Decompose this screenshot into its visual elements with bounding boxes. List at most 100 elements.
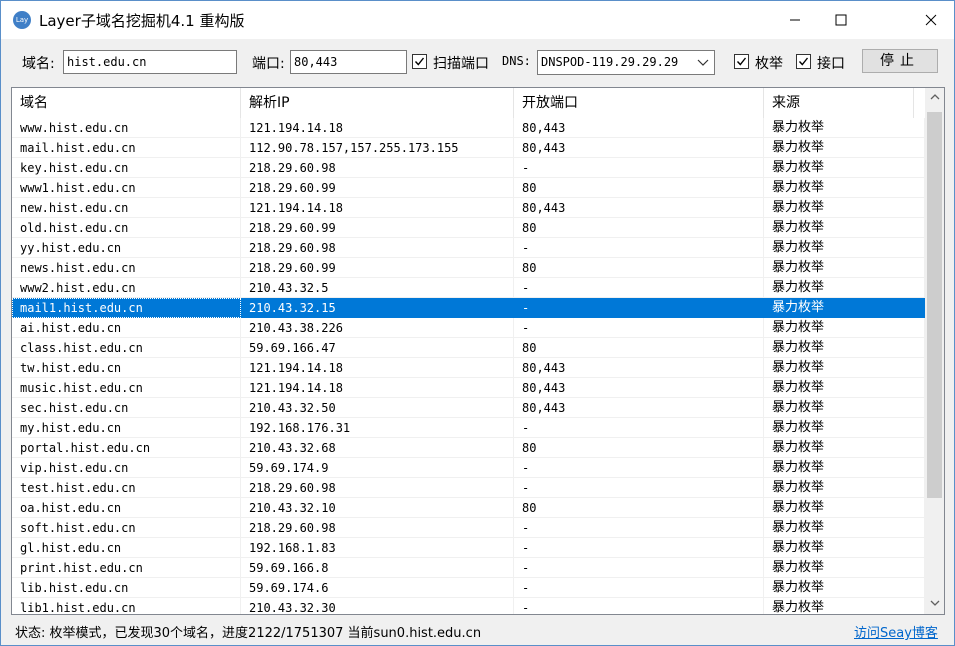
cell-source: 暴力枚举	[764, 238, 925, 258]
scan-port-label: 扫描端口	[433, 56, 489, 72]
table-row[interactable]: www1.hist.edu.cn 218.29.60.99 80 暴力枚举	[12, 178, 925, 198]
results-table[interactable]: 域名 解析IP 开放端口 来源 www.hist.edu.cn 121.194.1…	[11, 87, 945, 615]
table-row-selected[interactable]: mail1.hist.edu.cn 210.43.32.15- 暴力枚举	[12, 298, 925, 318]
cell-source: 暴力枚举	[764, 118, 925, 138]
cell-source: 暴力枚举	[764, 458, 925, 478]
cell-ip: 59.69.166.47	[241, 338, 514, 358]
cell-domain: oa.hist.edu.cn	[12, 498, 241, 518]
cell-ip: 210.43.38.226	[241, 318, 514, 338]
cell-ports: 80,443	[514, 398, 764, 418]
cell-ip: 210.43.32.30	[241, 598, 514, 614]
table-row[interactable]: test.hist.edu.cn 218.29.60.98- 暴力枚举	[12, 478, 925, 498]
table-row[interactable]: music.hist.edu.cn 121.194.14.18 80,443 暴力枚举	[12, 378, 925, 398]
column-header-ports[interactable]: 开放端口	[514, 88, 764, 118]
scroll-up-button[interactable]	[925, 88, 944, 108]
table-row[interactable]: www.hist.edu.cn 121.194.14.18 80,443 暴力枚举	[12, 118, 925, 138]
title-bar[interactable]: Lay Layer子域名挖掘机4.1 重构版	[1, 1, 954, 39]
table-row[interactable]: portal.hist.edu.cn 210.43.32.68 80 暴力枚举	[12, 438, 925, 458]
cell-ip: 218.29.60.98	[241, 238, 514, 258]
cell-domain: test.hist.edu.cn	[12, 478, 241, 498]
cell-ports: 80,443	[514, 378, 764, 398]
table-row[interactable]: vip.hist.edu.cn 59.69.174.9- 暴力枚举	[12, 458, 925, 478]
port-input[interactable]: 80,443	[290, 50, 407, 74]
cell-source: 暴力枚举	[764, 358, 925, 378]
cell-ip: 210.43.32.5	[241, 278, 514, 298]
cell-domain: www2.hist.edu.cn	[12, 278, 241, 298]
api-checkbox[interactable]	[796, 54, 811, 69]
dns-select[interactable]: DNSPOD-119.29.29.29	[537, 50, 715, 75]
cell-ip: 121.194.14.18	[241, 378, 514, 398]
table-row[interactable]: soft.hist.edu.cn 218.29.60.98- 暴力枚举	[12, 518, 925, 538]
cell-ports: -	[514, 558, 764, 578]
table-row[interactable]: class.hist.edu.cn 59.69.166.47 80 暴力枚举	[12, 338, 925, 358]
column-header-ip[interactable]: 解析IP	[241, 88, 514, 118]
cell-ports: -	[514, 598, 764, 614]
table-row[interactable]: gl.hist.edu.cn 192.168.1.83- 暴力枚举	[12, 538, 925, 558]
table-row[interactable]: yy.hist.edu.cn 218.29.60.98- 暴力枚举	[12, 238, 925, 258]
table-row[interactable]: my.hist.edu.cn 192.168.176.31- 暴力枚举	[12, 418, 925, 438]
cell-ports: -	[514, 538, 764, 558]
chevron-up-icon	[930, 94, 939, 100]
minimize-button[interactable]	[772, 1, 818, 39]
cell-source: 暴力枚举	[764, 518, 925, 538]
cell-ip: 218.29.60.99	[241, 258, 514, 278]
cell-source: 暴力枚举	[764, 338, 925, 358]
dns-label: DNS:	[502, 54, 531, 68]
cell-ip: 218.29.60.99	[241, 218, 514, 238]
table-row[interactable]: key.hist.edu.cn 218.29.60.98- 暴力枚举	[12, 158, 925, 178]
enum-label: 枚举	[755, 56, 783, 72]
cell-domain: vip.hist.edu.cn	[12, 458, 241, 478]
close-icon	[925, 14, 937, 26]
cell-domain: ai.hist.edu.cn	[12, 318, 241, 338]
stop-button[interactable]: 停止	[862, 49, 938, 73]
scan-port-checkbox[interactable]	[412, 54, 427, 69]
cell-ports: -	[514, 158, 764, 178]
cell-ports: -	[514, 238, 764, 258]
table-row[interactable]: lib.hist.edu.cn 59.69.174.6- 暴力枚举	[12, 578, 925, 598]
cell-source: 暴力枚举	[764, 598, 925, 614]
cell-domain: class.hist.edu.cn	[12, 338, 241, 358]
cell-domain: new.hist.edu.cn	[12, 198, 241, 218]
cell-ports: -	[514, 418, 764, 438]
table-row[interactable]: print.hist.edu.cn 59.69.166.8- 暴力枚举	[12, 558, 925, 578]
cell-ports: -	[514, 278, 764, 298]
domain-input[interactable]: hist.edu.cn	[63, 50, 237, 74]
scroll-down-button[interactable]	[925, 594, 944, 614]
status-bar: 状态: 枚举模式，已发现30个域名，进度2122/1751307 当前sun0.…	[1, 619, 954, 643]
vertical-scrollbar[interactable]	[925, 88, 944, 614]
cell-domain: tw.hist.edu.cn	[12, 358, 241, 378]
table-header: 域名 解析IP 开放端口 来源	[12, 88, 925, 118]
table-row[interactable]: tw.hist.edu.cn 121.194.14.18 80,443 暴力枚举	[12, 358, 925, 378]
cell-ports: -	[514, 318, 764, 338]
table-row[interactable]: old.hist.edu.cn 218.29.60.99 80 暴力枚举	[12, 218, 925, 238]
cell-source: 暴力枚举	[764, 258, 925, 278]
cell-ports: 80,443	[514, 118, 764, 138]
table-row[interactable]: oa.hist.edu.cn 210.43.32.10 80 暴力枚举	[12, 498, 925, 518]
table-row[interactable]: sec.hist.edu.cn 210.43.32.50 80,443 暴力枚举	[12, 398, 925, 418]
cell-domain: lib1.hist.edu.cn	[12, 598, 241, 614]
cell-domain: mail.hist.edu.cn	[12, 138, 241, 158]
close-button[interactable]	[908, 1, 954, 39]
scrollbar-thumb[interactable]	[927, 112, 942, 498]
table-row[interactable]: mail.hist.edu.cn 112.90.78.157,157.255.17…	[12, 138, 925, 158]
table-row[interactable]: news.hist.edu.cn 218.29.60.99 80 暴力枚举	[12, 258, 925, 278]
cell-ip: 210.43.32.68	[241, 438, 514, 458]
cell-domain: print.hist.edu.cn	[12, 558, 241, 578]
table-row[interactable]: lib1.hist.edu.cn 210.43.32.30- 暴力枚举	[12, 598, 925, 614]
enum-checkbox[interactable]	[734, 54, 749, 69]
cell-source: 暴力枚举	[764, 298, 925, 318]
cell-ip: 210.43.32.50	[241, 398, 514, 418]
cell-ip: 192.168.1.83	[241, 538, 514, 558]
cell-source: 暴力枚举	[764, 558, 925, 578]
cell-domain: www1.hist.edu.cn	[12, 178, 241, 198]
maximize-button[interactable]	[818, 1, 864, 39]
cell-domain: music.hist.edu.cn	[12, 378, 241, 398]
table-row[interactable]: www2.hist.edu.cn 210.43.32.5- 暴力枚举	[12, 278, 925, 298]
column-header-source[interactable]: 来源	[764, 88, 914, 118]
column-header-domain[interactable]: 域名	[12, 88, 241, 118]
cell-ports: 80,443	[514, 198, 764, 218]
seay-blog-link[interactable]: 访问Seay博客	[854, 622, 938, 641]
table-row[interactable]: ai.hist.edu.cn 210.43.38.226- 暴力枚举	[12, 318, 925, 338]
table-row[interactable]: new.hist.edu.cn 121.194.14.18 80,443 暴力枚举	[12, 198, 925, 218]
cell-ports: 80	[514, 498, 764, 518]
